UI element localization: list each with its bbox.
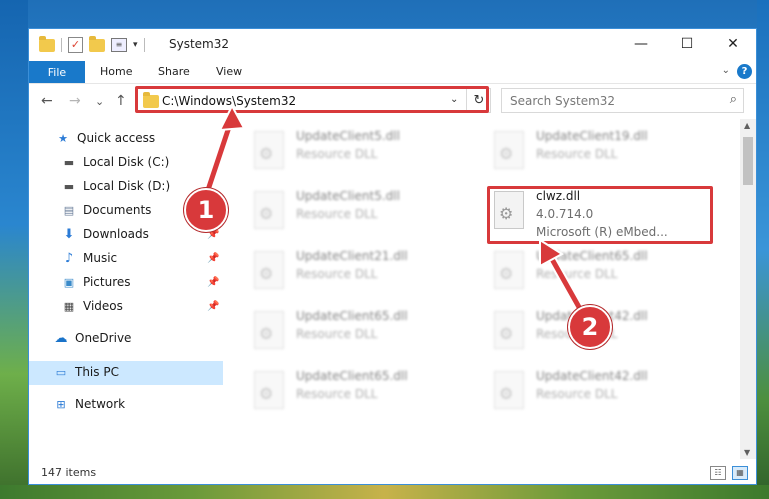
arrow-1-head [218, 103, 246, 132]
step-badge-2: 2 [568, 305, 612, 349]
annotation-arrows [201, 103, 589, 321]
arrow-2 [545, 249, 587, 319]
step-badge-1: 1 [184, 188, 228, 232]
